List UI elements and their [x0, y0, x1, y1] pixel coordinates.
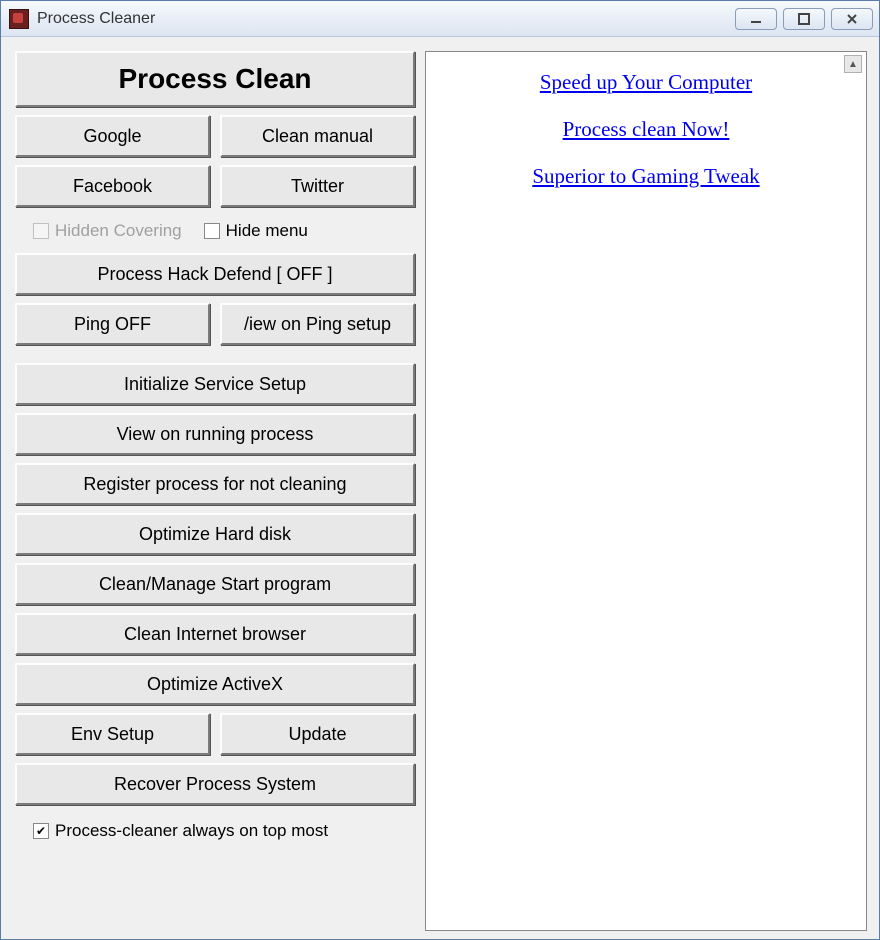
google-button[interactable]: Google: [15, 115, 210, 157]
client-area: Process Clean Google Clean manual Facebo…: [1, 37, 879, 939]
hidden-covering-checkbox: Hidden Covering: [33, 221, 182, 241]
clean-internet-browser-button[interactable]: Clean Internet browser: [15, 613, 415, 655]
minimize-icon: [749, 12, 763, 26]
window-title: Process Cleaner: [37, 10, 735, 28]
close-button[interactable]: [831, 8, 873, 30]
checkbox-row: Hidden Covering Hide menu: [15, 215, 415, 245]
ping-off-button[interactable]: Ping OFF: [15, 303, 210, 345]
hidden-covering-label: Hidden Covering: [55, 221, 182, 241]
initialize-service-button[interactable]: Initialize Service Setup: [15, 363, 415, 405]
view-ping-setup-button[interactable]: /iew on Ping setup: [220, 303, 415, 345]
maximize-icon: [797, 12, 811, 26]
hide-menu-label: Hide menu: [226, 221, 308, 241]
checkbox-icon: [204, 223, 220, 239]
minimize-button[interactable]: [735, 8, 777, 30]
clean-start-program-button[interactable]: Clean/Manage Start program: [15, 563, 415, 605]
speed-up-computer-link[interactable]: Speed up Your Computer: [540, 70, 752, 94]
app-window: Process Cleaner Process Clean Google Cle…: [0, 0, 880, 940]
recover-process-system-button[interactable]: Recover Process System: [15, 763, 415, 805]
env-setup-button[interactable]: Env Setup: [15, 713, 210, 755]
register-exclude-button[interactable]: Register process for not cleaning: [15, 463, 415, 505]
process-clean-now-link[interactable]: Process clean Now!: [563, 117, 730, 141]
row-google-manual: Google Clean manual: [15, 115, 415, 157]
row-facebook-twitter: Facebook Twitter: [15, 165, 415, 207]
chevron-up-icon: ▲: [848, 59, 858, 70]
gaming-tweak-link[interactable]: Superior to Gaming Tweak: [532, 164, 759, 188]
promo-link-1: Speed up Your Computer: [438, 70, 854, 95]
scroll-up-button[interactable]: ▲: [844, 55, 862, 73]
twitter-button[interactable]: Twitter: [220, 165, 415, 207]
row-env-update: Env Setup Update: [15, 713, 415, 755]
checkbox-icon: [33, 223, 49, 239]
process-hack-defend-button[interactable]: Process Hack Defend [ OFF ]: [15, 253, 415, 295]
optimize-activex-button[interactable]: Optimize ActiveX: [15, 663, 415, 705]
process-clean-button[interactable]: Process Clean: [15, 51, 415, 107]
update-button[interactable]: Update: [220, 713, 415, 755]
left-panel: Process Clean Google Clean manual Facebo…: [15, 51, 415, 931]
app-icon: [9, 9, 29, 29]
maximize-button[interactable]: [783, 8, 825, 30]
view-running-process-button[interactable]: View on running process: [15, 413, 415, 455]
hide-menu-checkbox[interactable]: Hide menu: [204, 221, 308, 241]
promo-link-2: Process clean Now!: [438, 117, 854, 142]
facebook-button[interactable]: Facebook: [15, 165, 210, 207]
always-on-top-label: Process-cleaner always on top most: [55, 821, 328, 841]
close-icon: [845, 12, 859, 26]
right-panel: ▲ Speed up Your Computer Process clean N…: [425, 51, 867, 931]
promo-link-3: Superior to Gaming Tweak: [438, 164, 854, 189]
optimize-harddisk-button[interactable]: Optimize Hard disk: [15, 513, 415, 555]
checkbox-checked-icon: ✔: [33, 823, 49, 839]
window-controls: [735, 8, 873, 30]
always-on-top-checkbox[interactable]: ✔ Process-cleaner always on top most: [15, 813, 415, 841]
clean-manual-button[interactable]: Clean manual: [220, 115, 415, 157]
titlebar: Process Cleaner: [1, 1, 879, 37]
row-ping: Ping OFF /iew on Ping setup: [15, 303, 415, 345]
